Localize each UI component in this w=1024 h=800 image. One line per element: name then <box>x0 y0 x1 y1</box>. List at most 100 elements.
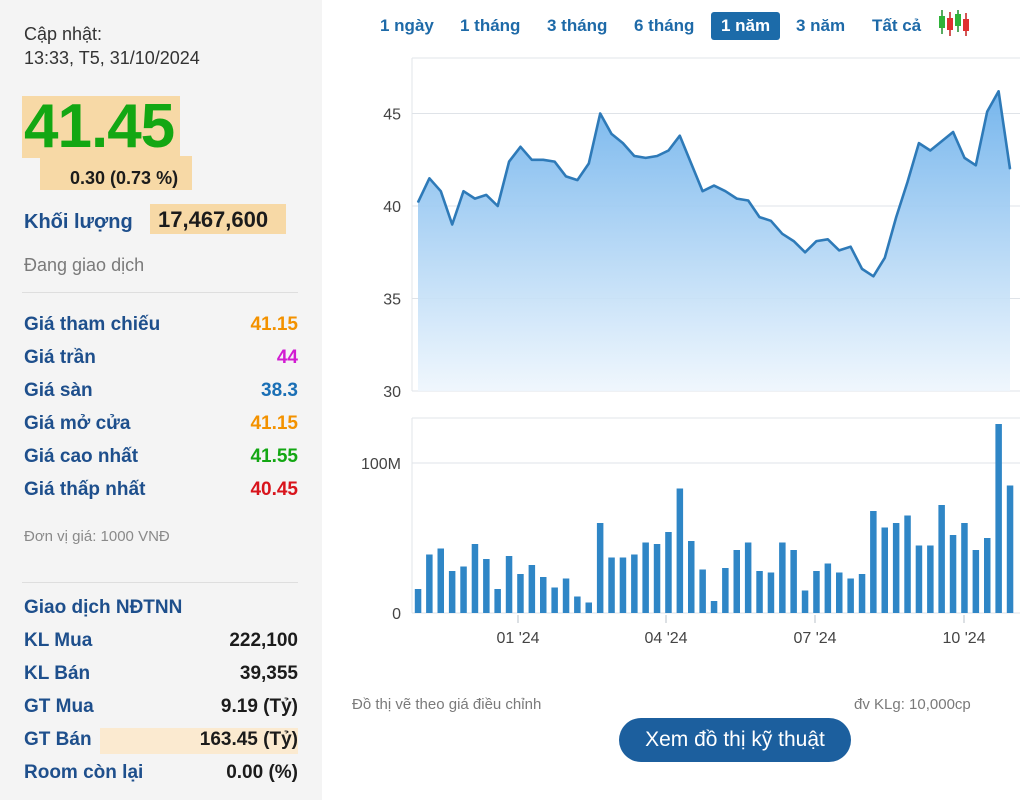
candlestick-chart-icon[interactable] <box>936 8 972 38</box>
stat-value: 41.15 <box>250 413 298 434</box>
price-point <box>588 162 590 165</box>
price-point <box>497 205 499 207</box>
tab-all[interactable]: Tất cả <box>872 12 921 40</box>
stat-row-ceiling: Giá trần 44 <box>24 347 298 373</box>
stat-label: Giá thấp nhất <box>24 479 146 500</box>
stat-row-reference: Giá tham chiếu 41.15 <box>24 314 298 340</box>
foreign-value: 0.00 (%) <box>226 762 298 783</box>
price-point <box>485 194 487 196</box>
tab-1-year[interactable]: 1 năm <box>711 12 781 40</box>
stat-label: Giá trần <box>24 347 96 368</box>
volume-bar <box>574 596 581 613</box>
divider <box>22 582 298 583</box>
volume-bar <box>631 554 638 613</box>
volume-label: Khối lượng <box>24 211 133 233</box>
tab-3-months[interactable]: 3 tháng <box>547 12 607 40</box>
volume-bar <box>448 571 456 613</box>
price-point <box>758 216 761 218</box>
stat-row-low: Giá thấp nhất 40.45 <box>24 479 298 505</box>
volume-bar <box>813 571 820 613</box>
price-unit-note: Đơn vị giá: 1000 VNĐ <box>24 528 170 545</box>
volume-bar <box>676 488 684 613</box>
price-point <box>462 190 465 192</box>
price-point <box>986 111 988 113</box>
price-point <box>428 177 430 179</box>
price-point <box>622 142 624 144</box>
price-point <box>440 190 442 192</box>
price-line <box>416 90 1012 278</box>
volume-bar <box>767 572 775 613</box>
foreign-value: 39,355 <box>239 663 298 684</box>
x-tick-label: 07 '24 <box>793 630 836 647</box>
price-point <box>952 131 954 133</box>
trading-status: Đang giao dịch <box>24 255 145 275</box>
price-point <box>508 161 510 163</box>
stat-value: 44 <box>276 347 298 368</box>
price-point <box>906 181 909 183</box>
volume-bar <box>836 572 843 613</box>
price-point <box>667 149 670 152</box>
tab-3-years[interactable]: 3 năm <box>796 12 845 40</box>
tab-6-months[interactable]: 6 tháng <box>634 12 694 40</box>
volume-bar <box>688 541 695 613</box>
volume-bar <box>551 587 558 613</box>
price-point <box>599 112 601 115</box>
foreign-row-sell-volume: KL Bán 39,355 <box>24 663 298 689</box>
volume-bar <box>995 424 1002 613</box>
price-point <box>554 161 556 163</box>
price-point <box>474 198 476 200</box>
stat-row-high: Giá cao nhất 41.55 <box>24 446 298 472</box>
volume-bar <box>437 548 444 613</box>
tab-1-month[interactable]: 1 tháng <box>460 12 520 40</box>
price-y-tick-label: 30 <box>383 384 401 401</box>
price-point <box>827 238 829 240</box>
volume-bar <box>744 542 752 613</box>
volume-bar <box>779 542 786 613</box>
volume-bar <box>824 563 832 613</box>
price-point <box>679 135 681 137</box>
volume-bar <box>949 535 957 613</box>
volume-bar <box>665 532 672 613</box>
foreign-row-buy-value: GT Mua 9.19 (Tỷ) <box>24 696 298 722</box>
x-tick-label: 04 '24 <box>644 630 687 647</box>
foreign-label: GT Mua <box>24 696 94 717</box>
price-point <box>838 249 840 251</box>
tab-1-day[interactable]: 1 ngày <box>380 12 434 40</box>
foreign-label: KL Mua <box>24 630 93 651</box>
price-point <box>975 164 977 166</box>
price-point <box>941 140 943 142</box>
foreign-label: Room còn lại <box>24 762 144 783</box>
volume-bar <box>847 578 854 613</box>
volume-bar <box>483 559 490 613</box>
volume-bar <box>733 550 740 613</box>
volume-bar <box>414 589 422 613</box>
volume-bar <box>892 523 900 613</box>
volume-value: 17,467,600 <box>158 207 269 232</box>
price-point <box>690 162 692 165</box>
foreign-value: 9.19 (Tỷ) <box>220 696 298 717</box>
volume-bar <box>961 523 968 613</box>
price-point <box>747 199 749 202</box>
stat-value: 41.15 <box>250 314 298 335</box>
price-area-fill <box>418 91 1010 392</box>
price-point <box>895 216 897 218</box>
stat-value: 40.45 <box>250 479 298 500</box>
volume-bar <box>915 545 923 613</box>
foreign-row-room: Room còn lại 0.00 (%) <box>24 762 298 788</box>
price-point <box>702 190 704 192</box>
adjusted-price-note: Đồ thị vẽ theo giá điều chỉnh <box>352 696 542 713</box>
price-point <box>884 257 886 259</box>
price-point <box>793 240 795 242</box>
volume-y-tick-label: 0 <box>392 606 401 623</box>
volume-bar <box>653 544 661 613</box>
price-point <box>610 133 613 135</box>
divider <box>22 292 298 293</box>
volume-bar <box>858 574 866 613</box>
price-point <box>645 157 647 159</box>
price-point <box>963 157 966 159</box>
update-label: Cập nhật: <box>24 24 103 44</box>
volume-bar <box>870 511 877 613</box>
volume-bar <box>540 577 547 613</box>
technical-chart-button[interactable]: Xem đồ thị kỹ thuật <box>619 718 851 762</box>
price-point <box>633 155 635 157</box>
